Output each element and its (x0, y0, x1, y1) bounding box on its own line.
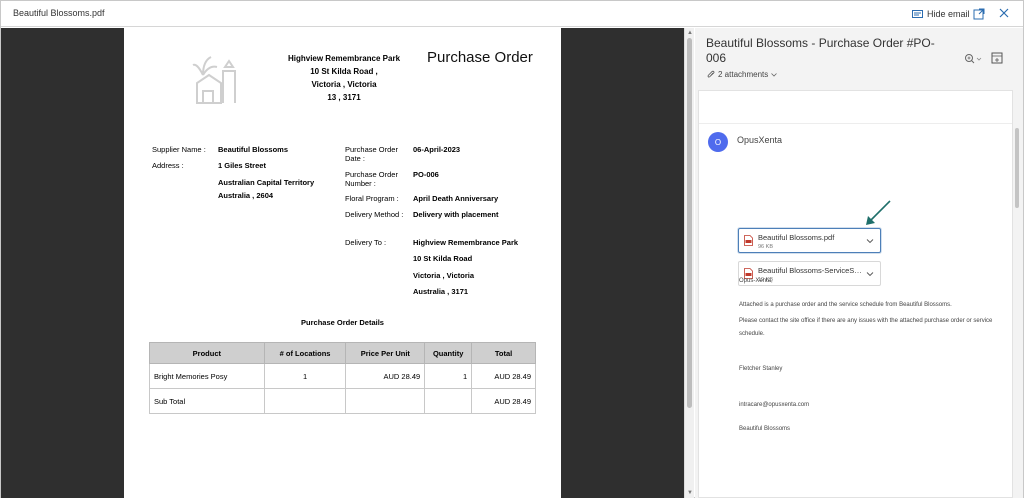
signature-name: Fletcher Stanley (739, 366, 783, 372)
organisation-address: Highview Remembrance Park 10 St Kilda Ro… (269, 52, 419, 104)
email-subject: Beautiful Blossoms - Purchase Order #PO-… (706, 36, 935, 65)
email-icon (912, 10, 923, 18)
hide-email-button[interactable]: Hide email (912, 7, 970, 21)
table-cell: AUD 28.49 (345, 363, 426, 389)
details-title: Purchase Order Details (301, 318, 384, 327)
message-scrollbar[interactable] (1013, 123, 1021, 493)
table-header-row: Product # of Locations Price Per Unit Qu… (149, 342, 536, 364)
supplier-address-line: Australian Capital Territory (218, 178, 315, 187)
po-number-label: Purchase Order Number : (345, 170, 398, 188)
supplier-name: Beautiful Blossoms (218, 145, 289, 154)
popout-icon[interactable] (973, 8, 985, 20)
address-line: Highview Remembrance Park (287, 54, 401, 63)
column-header: Price Per Unit (345, 342, 426, 364)
attachment-item[interactable]: Beautiful Blossoms.pdf 96 KB (738, 228, 881, 253)
signature-company: Beautiful Blossoms (739, 426, 791, 432)
app-window: Beautiful Blossoms.pdf Hide email Highvi… (0, 0, 1024, 498)
address-line: 10 St Kilda Road , (310, 67, 378, 76)
attachments-count: 2 attachments (718, 70, 769, 79)
floral-program: April Death Anniversary (413, 194, 499, 203)
supplier-name-label: Supplier Name : (152, 145, 206, 154)
delivery-to-label: Delivery To : (345, 238, 387, 247)
supplier-address-line: Australia , 2604 (218, 191, 274, 200)
table-cell: AUD 28.49 (471, 363, 536, 389)
hide-email-label: Hide email (927, 9, 970, 19)
table-cell: Bright Memories Posy (149, 363, 265, 389)
table-cell: AUD 28.49 (471, 388, 536, 414)
close-icon[interactable] (998, 7, 1010, 19)
supplier-address-line: 1 Giles Street (218, 161, 266, 170)
email-panel: Beautiful Blossoms - Purchase Order #PO-… (695, 28, 1023, 498)
table-cell: 1 (263, 363, 347, 389)
order-table: Product # of Locations Price Per Unit Qu… (149, 342, 536, 414)
delivery-to-line: Victoria , Victoria (413, 271, 474, 280)
email-body-line: Attached is a purchase order and the ser… (739, 302, 952, 308)
delivery-to-line: Highview Remembrance Park (413, 238, 519, 247)
arrow-annotation (866, 200, 891, 225)
delivery-method: Delivery with placement (413, 210, 499, 219)
address-line: 13 , 3171 (327, 93, 361, 102)
scroll-up-icon[interactable]: ▲ (687, 30, 693, 36)
divider (699, 123, 1012, 124)
collapse-panel-icon[interactable] (991, 52, 1003, 64)
delivery-method-label: Delivery Method : (345, 210, 404, 219)
po-number: PO-006 (413, 170, 439, 179)
table-cell (424, 388, 473, 414)
pdf-viewer[interactable]: Highview Remembrance Park 10 St Kilda Ro… (1, 28, 684, 498)
table-row: Bright Memories Posy 1 AUD 28.49 1 AUD 2… (149, 363, 536, 389)
title-bar: Beautiful Blossoms.pdf Hide email (1, 1, 1023, 27)
attachments-toggle[interactable]: 2 attachments (707, 70, 778, 79)
email-body-line: Please contact the site office if there … (739, 318, 993, 337)
attachment-size: 96 KB (758, 244, 773, 250)
message-card: O OpusXenta Beautiful Blossoms.pdf 96 KB (698, 90, 1013, 498)
viewer-scrollbar[interactable]: ▲ ▼ (684, 28, 694, 498)
avatar[interactable]: O (708, 132, 728, 152)
column-header: Product (149, 342, 265, 364)
table-cell: 1 (424, 363, 473, 389)
document-title: Purchase Order (427, 49, 533, 66)
table-cell (345, 388, 426, 414)
paperclip-icon (707, 70, 715, 78)
table-cell (263, 388, 347, 414)
pdf-page: Highview Remembrance Park 10 St Kilda Ro… (124, 28, 561, 498)
pdf-file-icon (744, 235, 753, 246)
delivery-to-line: 10 St Kilda Road (413, 254, 473, 263)
chevron-down-icon (771, 72, 778, 77)
delivery-to-line: Australia , 3171 (413, 287, 469, 296)
scroll-down-icon[interactable]: ▼ (687, 490, 693, 496)
column-header: Quantity (424, 342, 473, 364)
table-cell: Sub Total (149, 388, 265, 414)
chevron-down-icon[interactable] (866, 237, 874, 245)
po-number-label-line: Number : (345, 179, 376, 188)
sender-name[interactable]: OpusXenta (737, 135, 782, 145)
po-date: 06-April-2023 (413, 145, 461, 154)
signature-email[interactable]: intracare@opusxenta.com (739, 401, 1004, 410)
zoom-icon[interactable] (963, 52, 983, 66)
po-date-label: Purchase Order Date : (345, 145, 398, 163)
po-date-label-line: Purchase Order (345, 145, 398, 154)
column-header: Total (471, 342, 536, 364)
address-label: Address : (152, 161, 184, 170)
viewer-scroll-thumb[interactable] (687, 38, 692, 408)
window-title: Beautiful Blossoms.pdf (13, 8, 105, 18)
email-greeting: Opus-Xenta, (739, 278, 773, 284)
po-number-label-line: Purchase Order (345, 170, 398, 179)
message-scroll-thumb[interactable] (1015, 128, 1019, 208)
company-logo (192, 56, 236, 104)
floral-program-label: Floral Program : (345, 194, 399, 203)
attachment-name: Beautiful Blossoms-ServiceSc... (758, 266, 863, 275)
po-date-label-line: Date : (345, 154, 366, 163)
address-line: Victoria , Victoria (311, 80, 377, 89)
table-row: Sub Total AUD 28.49 (149, 388, 536, 414)
attachment-name: Beautiful Blossoms.pdf (758, 233, 835, 242)
column-header: # of Locations (263, 342, 347, 364)
